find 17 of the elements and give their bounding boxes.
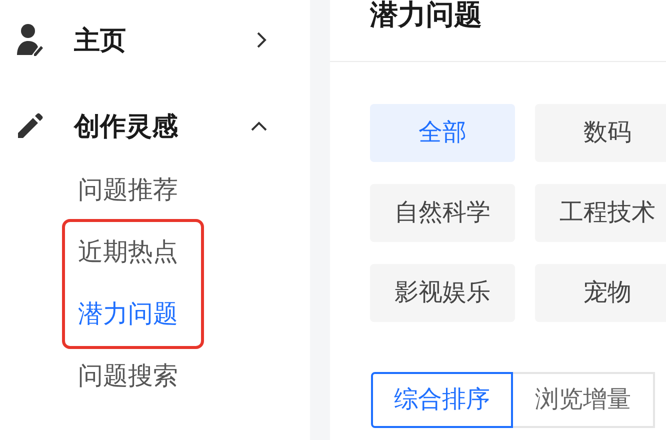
sort-tab[interactable]: 综合排序 — [371, 372, 513, 428]
sidebar-item[interactable]: 主页 — [0, 20, 310, 60]
pencil-icon — [16, 112, 44, 140]
submenu-item[interactable]: 近期热点 — [65, 222, 201, 284]
category-chip[interactable]: 工程技术 — [535, 184, 666, 242]
category-chip[interactable]: 自然科学 — [370, 184, 515, 242]
category-chip[interactable]: 数码 — [535, 104, 666, 162]
sidebar-item[interactable]: 创作灵感 — [0, 106, 310, 146]
submenu-item[interactable]: 问题搜索 — [65, 346, 310, 408]
sort-tab[interactable]: 浏览增量 — [513, 372, 655, 428]
submenu-item[interactable]: 问题推荐 — [65, 160, 310, 222]
category-chip[interactable]: 宠物 — [535, 264, 666, 322]
user-icon — [16, 23, 44, 57]
page-title: 潜力问题 — [370, 1, 482, 29]
submenu-item[interactable]: 潜力问题 — [65, 284, 201, 346]
category-chip[interactable]: 影视娱乐 — [370, 264, 515, 322]
category-chip[interactable]: 全部 — [370, 104, 515, 162]
